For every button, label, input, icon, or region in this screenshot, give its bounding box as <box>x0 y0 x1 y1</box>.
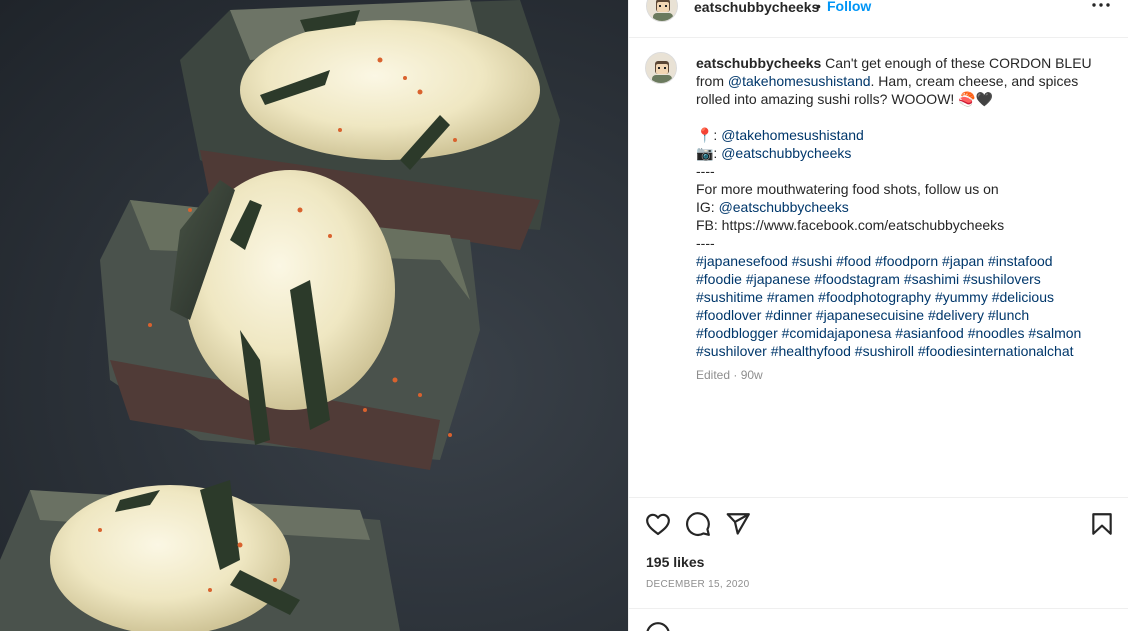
caption-fb-line: FB: https://www.facebook.com/eatschubbyc… <box>696 217 1005 233</box>
comment-icon[interactable] <box>685 511 711 537</box>
hashtag-link[interactable]: #comidajaponesa <box>782 325 892 341</box>
hashtag-link[interactable]: #healthyfood <box>771 343 851 359</box>
more-options-icon[interactable] <box>1089 0 1113 16</box>
post-photo[interactable] <box>0 0 628 631</box>
follow-button[interactable]: Follow <box>827 0 871 14</box>
hashtag-link[interactable]: #sushilovers <box>963 271 1041 287</box>
hashtag-link[interactable]: #sushilover <box>696 343 767 359</box>
share-send-icon[interactable] <box>725 511 751 537</box>
hashtag-link[interactable]: #sashimi <box>904 271 959 287</box>
caption-divider: ---- <box>696 235 715 251</box>
hashtag-link[interactable]: #japan <box>942 253 984 269</box>
hashtag-link[interactable]: #asianfood <box>895 325 964 341</box>
hashtag-link[interactable]: #yummy <box>935 289 988 305</box>
hashtag-link[interactable]: #lunch <box>988 307 1029 323</box>
hashtag-link[interactable]: #foodporn <box>875 253 938 269</box>
hashtag-link[interactable]: #dinner <box>765 307 812 323</box>
caption-line-2-suffix: . Ham, cream cheese, and spices <box>870 73 1079 89</box>
hashtag-line: #foodie #japanese #foodstagram #sashimi … <box>696 270 1106 288</box>
mention-link[interactable]: @eatschubbycheeks <box>721 145 851 161</box>
mention-link[interactable]: @takehomesushistand <box>728 73 871 89</box>
hashtag-link[interactable]: #foodiesinternationalchat <box>918 343 1074 359</box>
location-pin-label: 📍: <box>696 127 722 143</box>
hashtag-link[interactable]: #foodblogger <box>696 325 778 341</box>
like-heart-icon[interactable] <box>645 511 671 537</box>
post-actions: 195 likes DECEMBER 15, 2020 <box>629 497 1128 611</box>
save-bookmark-icon[interactable] <box>1089 511 1115 537</box>
hashtag-link[interactable]: #food <box>836 253 871 269</box>
hashtag-link[interactable]: #foodstagram <box>814 271 900 287</box>
avatar-icon <box>647 0 677 21</box>
caption-line-2-prefix: from <box>696 73 728 89</box>
hashtag-link[interactable]: #japanesefood <box>696 253 788 269</box>
hashtag-link[interactable]: #sushitime <box>696 289 763 305</box>
caption-divider: ---- <box>696 163 715 179</box>
emoji-icon[interactable] <box>645 621 671 631</box>
author-username[interactable]: eatschubbycheeks <box>694 0 819 15</box>
caption-line-3: rolled into amazing sushi rolls? WOOOW! … <box>696 91 994 107</box>
ig-label: IG: <box>696 199 719 215</box>
hashtag-link[interactable]: #sushi <box>792 253 832 269</box>
hashtag-link[interactable]: #sushiroll <box>855 343 914 359</box>
avatar-icon <box>646 53 676 83</box>
sushi-photo-image <box>0 0 560 631</box>
hashtag-link[interactable]: #salmon <box>1028 325 1081 341</box>
mention-link[interactable]: @takehomesushistand <box>721 127 864 143</box>
hashtag-link[interactable]: #delicious <box>992 289 1054 305</box>
hashtag-line: #foodblogger #comidajaponesa #asianfood … <box>696 324 1106 342</box>
hashtag-line: #japanesefood #sushi #food #foodporn #ja… <box>696 252 1106 270</box>
hashtag-link[interactable]: #instafood <box>988 253 1053 269</box>
header-separator: • <box>816 0 821 14</box>
caption-username[interactable]: eatschubbycheeks <box>696 55 821 71</box>
hashtag-link[interactable]: #foodphotography <box>818 289 931 305</box>
hashtag-line: #foodlover #dinner #japanesecuisine #del… <box>696 306 1106 324</box>
hashtag-line: #sushitime #ramen #foodphotography #yumm… <box>696 288 1106 306</box>
caption-line-1: Can't get enough of these CORDON BLEU <box>821 55 1092 71</box>
camera-label: 📷: <box>696 145 722 161</box>
hashtag-block: #japanesefood #sushi #food #foodporn #ja… <box>696 252 1106 360</box>
hashtag-link[interactable]: #foodlover <box>696 307 761 323</box>
mention-link[interactable]: @eatschubbycheeks <box>719 199 849 215</box>
post-date: DECEMBER 15, 2020 <box>646 579 750 590</box>
author-avatar[interactable] <box>646 0 678 22</box>
caption-avatar[interactable] <box>645 52 677 84</box>
hashtag-link[interactable]: #noodles <box>968 325 1025 341</box>
hashtag-line: #sushilover #healthyfood #sushiroll #foo… <box>696 342 1106 360</box>
hashtag-link[interactable]: #japanesecuisine <box>816 307 924 323</box>
post-header: eatschubbycheeks • Follow <box>629 0 1128 38</box>
likes-count[interactable]: 195 likes <box>646 554 704 570</box>
hashtag-link[interactable]: #delivery <box>928 307 984 323</box>
caption-follow-line: For more mouthwatering food shots, follo… <box>696 181 999 197</box>
hashtag-link[interactable]: #foodie <box>696 271 742 287</box>
hashtag-link[interactable]: #ramen <box>767 289 814 305</box>
post-side-panel: eatschubbycheeks • Follow eatschubbychee… <box>628 0 1128 631</box>
hashtag-link[interactable]: #japanese <box>746 271 811 287</box>
add-comment-bar[interactable] <box>629 608 1128 631</box>
caption-text: eatschubbycheeks Can't get enough of the… <box>696 54 1106 360</box>
edited-timestamp: Edited · 90w <box>696 368 763 382</box>
